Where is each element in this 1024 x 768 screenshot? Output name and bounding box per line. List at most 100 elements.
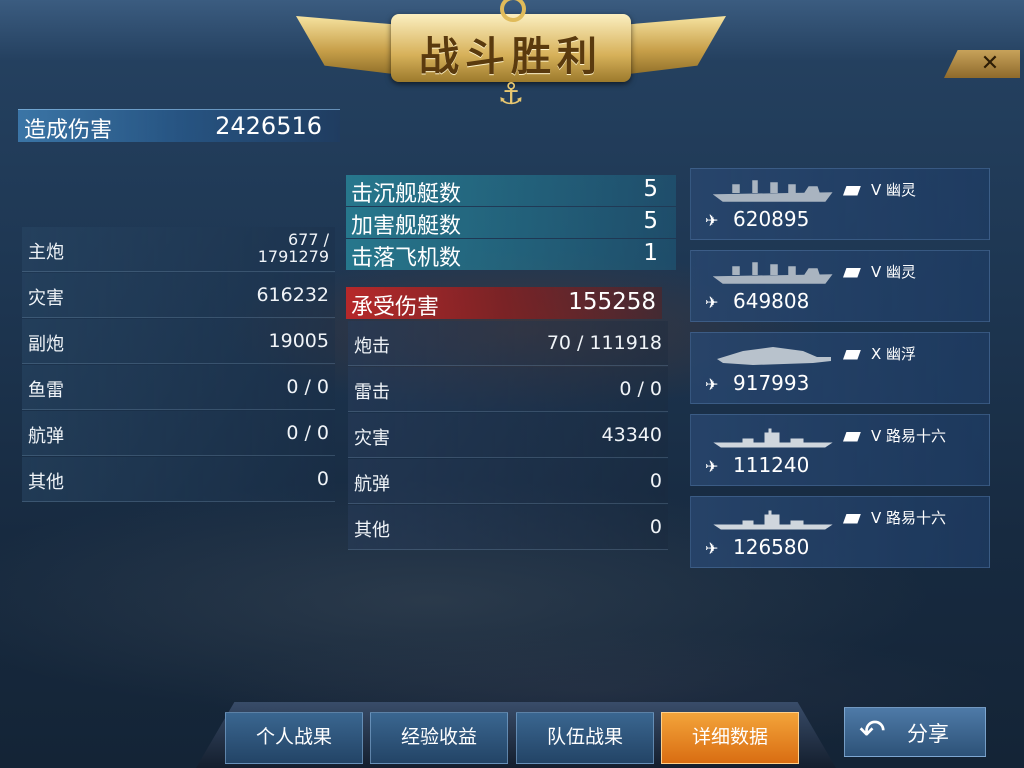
ship-name: V 路易十六 [871, 427, 947, 445]
flag-icon [843, 513, 861, 524]
ship-name: V 幽灵 [871, 181, 917, 199]
total-damage-header: 造成伤害 2426516 [18, 109, 340, 143]
row-label: 其他 [354, 520, 390, 541]
damage-row-disaster: 灾害 616232 [22, 273, 335, 318]
ship-tag: X 幽浮 [843, 343, 963, 364]
row-label: 其他 [28, 472, 64, 493]
ship-damage: ✈ 620895 [705, 207, 809, 231]
row-value: 616232 [256, 284, 329, 306]
victory-banner: ⚓ 战斗胜利 [296, 0, 726, 112]
damage-icon: ✈ [705, 539, 719, 558]
received-row-shelling: 炮击 70 / 111918 [348, 321, 668, 366]
flag-icon [843, 349, 861, 360]
damage-icon: ✈ [705, 211, 719, 230]
share-label: 分享 [907, 722, 949, 746]
ship-card[interactable]: V 幽灵 ✈ 649808 [690, 250, 990, 322]
destroyer-silhouette-icon [713, 428, 833, 448]
received-row-other: 其他 0 [348, 505, 668, 550]
row-label: 炮击 [354, 336, 390, 357]
row-value: 70 / 111918 [546, 332, 662, 354]
damage-row-main-gun: 主炮 677 / 1791279 [22, 227, 335, 272]
row-value: 19005 [268, 330, 329, 352]
tab-detailed-data[interactable]: 详细数据 [661, 712, 799, 764]
row-value-line2: 1791279 [257, 247, 329, 266]
stat-row-sunk: 击沉舰艇数 5 [346, 175, 676, 207]
ship-tag: V 路易十六 [843, 425, 963, 446]
damage-row-torpedo: 鱼雷 0 / 0 [22, 365, 335, 410]
ship-name: X 幽浮 [871, 345, 917, 363]
stat-value: 5 [643, 208, 658, 234]
row-label: 灾害 [354, 428, 390, 449]
tab-personal-results[interactable]: 个人战果 [225, 712, 363, 764]
damage-received-label: 承受伤害 [351, 295, 440, 320]
total-damage-label: 造成伤害 [24, 118, 113, 143]
row-value: 0 / 0 [619, 378, 662, 400]
ship-damage-value: 126580 [733, 535, 810, 559]
damage-row-bomb: 航弹 0 / 0 [22, 411, 335, 456]
ship-damage-value: 620895 [733, 207, 810, 231]
damage-icon: ✈ [705, 375, 719, 394]
ship-tag: V 幽灵 [843, 261, 963, 282]
ship-damage: ✈ 649808 [705, 289, 809, 313]
ship-damage-value: 111240 [733, 453, 810, 477]
row-value: 0 / 0 [286, 376, 329, 398]
damage-row-other: 其他 0 [22, 457, 335, 502]
total-damage-value: 2426516 [215, 112, 322, 140]
banner-title: 战斗胜利 [419, 34, 603, 80]
flag-icon [843, 185, 861, 196]
damage-received-value: 155258 [568, 289, 656, 315]
share-arrow-icon: ↶ [859, 712, 886, 750]
damage-row-secondary-gun: 副炮 19005 [22, 319, 335, 364]
received-row-bomb: 航弹 0 [348, 459, 668, 504]
flag-icon [843, 267, 861, 278]
damage-icon: ✈ [705, 293, 719, 312]
row-label: 主炮 [28, 242, 64, 263]
tab-team-results[interactable]: 队伍战果 [516, 712, 654, 764]
received-row-torpedo: 雷击 0 / 0 [348, 367, 668, 412]
row-label: 副炮 [28, 334, 64, 355]
row-value: 0 / 0 [286, 422, 329, 444]
row-label: 航弹 [28, 426, 64, 447]
damage-breakdown-table: 主炮 677 / 1791279 灾害 616232 副炮 19005 鱼雷 0… [22, 227, 335, 503]
close-icon: ✕ [980, 51, 1000, 76]
ship-name: V 路易十六 [871, 509, 947, 527]
share-button[interactable]: ↶ 分享 [844, 707, 986, 757]
ship-card[interactable]: X 幽浮 ✈ 917993 [690, 332, 990, 404]
ship-name: V 幽灵 [871, 263, 917, 281]
destroyer-silhouette-icon [713, 510, 833, 530]
ship-tag: V 幽灵 [843, 179, 963, 200]
stat-value: 5 [643, 176, 658, 202]
ship-damage-value: 917993 [733, 371, 810, 395]
saucer-silhouette-icon [717, 347, 831, 365]
tab-exp-gain[interactable]: 经验收益 [370, 712, 508, 764]
ship-card[interactable]: V 路易十六 ✈ 126580 [690, 496, 990, 568]
stat-row-planes-downed: 击落飞机数 1 [346, 239, 676, 271]
stat-value: 1 [643, 240, 658, 266]
battle-stats-panel: 击沉舰艇数 5 加害舰艇数 5 击落飞机数 1 [346, 175, 676, 271]
ship-damage: ✈ 111240 [705, 453, 809, 477]
ship-damage: ✈ 126580 [705, 535, 809, 559]
stat-label: 击沉舰艇数 [351, 182, 462, 207]
row-value: 0 [649, 470, 662, 492]
ship-damage-value: 649808 [733, 289, 810, 313]
ship-card[interactable]: V 幽灵 ✈ 620895 [690, 168, 990, 240]
stat-label: 加害舰艇数 [351, 214, 462, 239]
row-label: 灾害 [28, 288, 64, 309]
ship-card[interactable]: V 路易十六 ✈ 111240 [690, 414, 990, 486]
row-label: 航弹 [354, 474, 390, 495]
row-label: 鱼雷 [28, 380, 64, 401]
battleship-silhouette-icon [713, 262, 833, 284]
row-value: 43340 [601, 424, 662, 446]
stat-row-damaged: 加害舰艇数 5 [346, 207, 676, 239]
row-value: 0 [649, 516, 662, 538]
sunk-ships-list: V 幽灵 ✈ 620895 V 幽灵 ✈ 649808 X 幽浮 ✈ 917993 V… [690, 168, 990, 578]
flag-icon [843, 431, 861, 442]
received-row-disaster: 灾害 43340 [348, 413, 668, 458]
ship-damage: ✈ 917993 [705, 371, 809, 395]
received-breakdown-table: 炮击 70 / 111918 雷击 0 / 0 灾害 43340 航弹 0 其他… [348, 321, 668, 551]
row-value: 677 / 1791279 [258, 231, 329, 265]
stat-label: 击落飞机数 [351, 246, 462, 271]
damage-icon: ✈ [705, 457, 719, 476]
row-value: 0 [316, 468, 329, 490]
battleship-silhouette-icon [713, 180, 833, 202]
